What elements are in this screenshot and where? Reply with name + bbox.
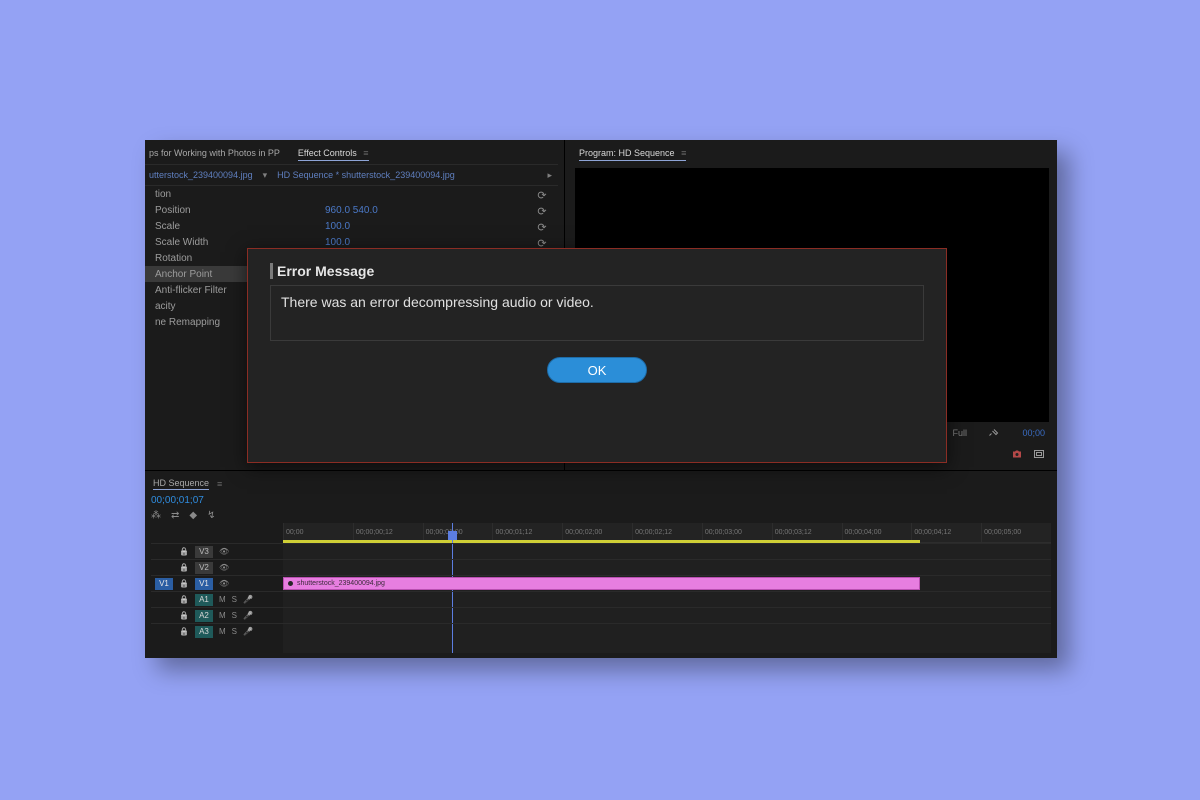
program-timecode: 00;00 — [1022, 428, 1045, 438]
program-tab[interactable]: Program: HD Sequence ≡ — [579, 148, 686, 161]
ruler-tick: 00;00;04;12 — [911, 523, 981, 542]
track-lane[interactable] — [283, 591, 1051, 607]
fx-badge-icon — [288, 581, 293, 586]
mic-icon[interactable] — [243, 595, 253, 604]
error-dialog: Error Message There was an error decompr… — [247, 248, 947, 463]
program-tabs: Program: HD Sequence ≡ — [575, 144, 1051, 164]
audio-track-header[interactable]: A3 MS — [151, 623, 283, 639]
effect-controls-tab-label: Effect Controls — [298, 148, 357, 158]
property-row[interactable]: Scale100.0 — [145, 218, 558, 234]
panel-menu-icon[interactable]: ≡ — [217, 479, 222, 489]
source-patch-badge[interactable]: V1 — [155, 578, 173, 590]
audio-track-header[interactable]: A1 MS — [151, 591, 283, 607]
play-only-icon[interactable]: ▸ — [547, 170, 558, 181]
mute-button[interactable]: M — [219, 627, 226, 636]
solo-button[interactable]: S — [232, 627, 237, 636]
ok-button[interactable]: OK — [547, 357, 647, 383]
error-message-box: There was an error decompressing audio o… — [270, 285, 924, 341]
track-target-badge[interactable]: A2 — [195, 610, 213, 622]
lock-icon[interactable] — [179, 579, 189, 588]
video-clip[interactable]: shutterstock_239400094.jpg — [283, 577, 920, 590]
sequence-tab[interactable]: HD Sequence — [153, 478, 209, 490]
timeline-header: HD Sequence ≡ — [151, 475, 1051, 493]
solo-button[interactable]: S — [232, 611, 237, 620]
lock-icon[interactable] — [179, 547, 189, 556]
export-frame-icon[interactable] — [1011, 448, 1023, 462]
track-lane[interactable] — [283, 543, 1051, 559]
mute-button[interactable]: M — [219, 611, 226, 620]
reset-column: ⟳⟳⟳⟳ — [534, 186, 554, 250]
property-value[interactable]: 100.0 — [325, 237, 350, 248]
program-bottom-icons — [1011, 448, 1045, 462]
audio-track-header[interactable]: A2 MS — [151, 607, 283, 623]
property-row[interactable]: Position960.0 540.0 — [145, 202, 558, 218]
property-label: Position — [155, 205, 325, 216]
track-target-badge[interactable]: A1 — [195, 594, 213, 606]
track-target-badge[interactable]: V1 — [195, 578, 213, 590]
video-track-header[interactable]: V1 V1 — [151, 575, 283, 591]
settings-icon[interactable] — [987, 426, 999, 440]
property-row[interactable]: tion — [145, 186, 558, 202]
mic-icon[interactable] — [243, 627, 253, 636]
video-track-header[interactable]: V3 — [151, 543, 283, 559]
track-target-badge[interactable]: A3 — [195, 626, 213, 638]
snap-icon[interactable]: ⁂ — [151, 510, 161, 521]
effect-tabs: ps for Working with Photos in PP Effect … — [145, 144, 558, 164]
effect-controls-tab[interactable]: Effect Controls ≡ — [298, 148, 369, 161]
solo-button[interactable]: S — [232, 595, 237, 604]
timeline-panel: HD Sequence ≡ 00;00;01;07 ⁂ ⇄ ◆ ↯ V3V2V1… — [145, 470, 1057, 658]
current-timecode[interactable]: 00;00;01;07 — [151, 495, 1051, 506]
linked-selection-icon[interactable]: ⇄ — [171, 510, 179, 521]
track-lane[interactable] — [283, 607, 1051, 623]
timeline-body: V3V2V1V1A1MSA2MSA3MS 00;0000;00;00;1200;… — [151, 523, 1051, 653]
reset-parameter-icon[interactable]: ⟳ — [534, 188, 550, 202]
timeline-tool-icons: ⁂ ⇄ ◆ ↯ — [151, 510, 1051, 521]
error-message-text: There was an error decompressing audio o… — [281, 294, 594, 310]
property-value[interactable]: 100.0 — [325, 221, 350, 232]
track-header-column: V3V2V1V1A1MSA2MSA3MS — [151, 523, 283, 653]
lock-icon[interactable] — [179, 595, 189, 604]
track-lanes: shutterstock_239400094.jpg — [283, 543, 1051, 639]
track-lane[interactable] — [283, 623, 1051, 639]
error-button-row: OK — [270, 357, 924, 383]
panel-menu-icon[interactable]: ≡ — [681, 148, 686, 158]
lock-icon[interactable] — [179, 627, 189, 636]
source-tab[interactable]: ps for Working with Photos in PP — [149, 148, 280, 160]
master-clip-name: utterstock_239400094.jpg — [149, 170, 253, 180]
mute-button[interactable]: M — [219, 595, 226, 604]
panel-menu-icon[interactable]: ≡ — [363, 148, 368, 158]
eye-icon[interactable] — [219, 547, 229, 556]
property-label: Scale — [155, 221, 325, 232]
program-tab-label: Program: HD Sequence — [579, 148, 675, 158]
track-area[interactable]: 00;0000;00;00;1200;00;01;0000;00;01;1200… — [283, 523, 1051, 653]
marker-icon[interactable]: ◆ — [189, 510, 197, 521]
safe-margins-icon[interactable] — [1033, 448, 1045, 462]
eye-icon[interactable] — [219, 579, 229, 588]
lock-icon[interactable] — [179, 563, 189, 572]
eye-icon[interactable] — [219, 563, 229, 572]
track-lane[interactable]: shutterstock_239400094.jpg — [283, 575, 1051, 591]
lock-icon[interactable] — [179, 611, 189, 620]
property-value[interactable]: 960.0 540.0 — [325, 205, 378, 216]
clip-label: shutterstock_239400094.jpg — [297, 580, 385, 587]
sequence-clip-name: HD Sequence * shutterstock_239400094.jpg — [277, 170, 455, 180]
chevron-down-icon[interactable]: ▾ — [263, 170, 268, 181]
settings-wrench-icon[interactable]: ↯ — [207, 510, 215, 521]
track-lane[interactable] — [283, 559, 1051, 575]
ruler-tick: 00;00;05;00 — [981, 523, 1051, 542]
reset-parameter-icon[interactable]: ⟳ — [534, 220, 550, 234]
track-target-badge[interactable]: V3 — [195, 546, 213, 558]
reset-parameter-icon[interactable]: ⟳ — [534, 204, 550, 218]
video-track-header[interactable]: V2 — [151, 559, 283, 575]
error-title: Error Message — [270, 263, 924, 279]
clip-selector[interactable]: utterstock_239400094.jpg ▾ HD Sequence *… — [145, 164, 558, 186]
mic-icon[interactable] — [243, 611, 253, 620]
property-label: tion — [155, 189, 325, 200]
property-label: Scale Width — [155, 237, 325, 248]
track-target-badge[interactable]: V2 — [195, 562, 213, 574]
zoom-level[interactable]: Full — [952, 428, 967, 438]
